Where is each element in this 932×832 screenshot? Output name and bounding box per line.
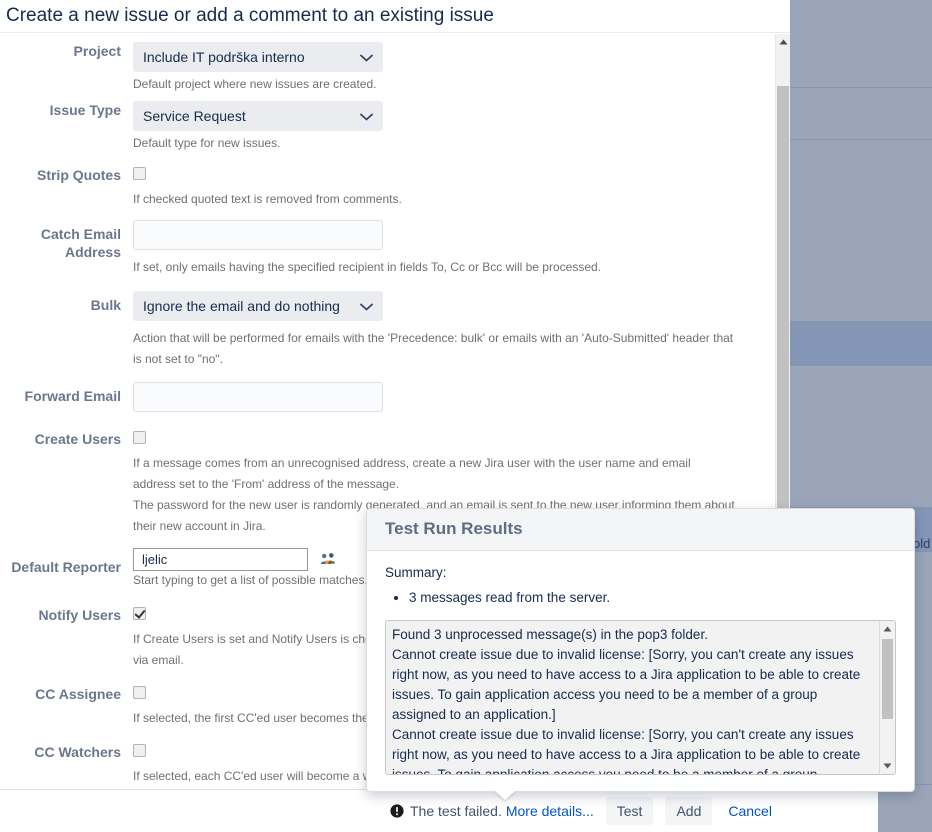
field-hint-catch-email: If set, only emails having the specified… [133, 260, 601, 274]
dialog-header: Create a new issue or add a comment to a… [0, 0, 790, 33]
field-hint-project: Default project where new issues are cre… [133, 77, 377, 91]
field-label-cc-watchers: CC Watchers [34, 744, 121, 760]
bulk-select-value: Ignore the email and do nothing [143, 298, 340, 314]
background-bottom-strip [878, 785, 932, 832]
form-scrollbar-thumb[interactable] [777, 86, 789, 531]
more-details-link[interactable]: More details... [506, 803, 594, 819]
test-log-text: Found 3 unprocessed message(s) in the po… [392, 627, 861, 775]
background-row-highlighted [790, 322, 932, 366]
project-select[interactable]: Include IT podrška interno [133, 42, 383, 72]
field-hint-create-users: If a message comes from an unrecognised … [133, 456, 691, 491]
background-row [790, 366, 932, 508]
field-hint-bulk: Action that will be performed for emails… [133, 331, 734, 366]
background-row [790, 88, 932, 140]
default-reporter-input[interactable] [133, 548, 308, 571]
chevron-down-icon [360, 102, 373, 130]
notify-users-checkbox[interactable] [133, 607, 146, 620]
bulk-select[interactable]: Ignore the email and do nothing [133, 291, 383, 321]
forward-email-input[interactable] [133, 382, 383, 412]
log-scroll-down-arrow-icon[interactable] [880, 759, 895, 773]
scroll-up-arrow-icon[interactable] [776, 34, 790, 50]
footer-status-text: The test failed. [410, 803, 502, 819]
cc-assignee-checkbox[interactable] [133, 686, 146, 699]
test-log-scrollbar[interactable] [879, 621, 895, 774]
cc-watchers-checkbox[interactable] [133, 744, 146, 757]
issue-type-select-value: Service Request [143, 108, 246, 124]
error-icon [390, 804, 404, 818]
summary-label: Summary: [385, 565, 447, 580]
cancel-button[interactable]: Cancel [722, 797, 778, 825]
summary-list-item: 3 messages read from the server. [409, 588, 896, 608]
field-label-issue-type: Issue Type [49, 102, 121, 118]
test-run-results-popup: Test Run Results Summary: 3 messages rea… [366, 508, 915, 800]
create-users-checkbox[interactable] [133, 431, 146, 444]
field-label-default-reporter: Default Reporter [11, 559, 121, 575]
field-project: Project Include IT podrška interno Defau… [0, 42, 775, 95]
dialog-footer: The test failed. More details... Test Ad… [0, 789, 790, 832]
field-label-create-users: Create Users [34, 431, 121, 447]
background-partial-text: old [913, 536, 931, 551]
log-scrollbar-thumb[interactable] [882, 639, 893, 719]
field-label-strip-quotes: Strip Quotes [36, 167, 121, 183]
popup-tail-arrow [495, 791, 515, 800]
test-run-results-title: Test Run Results [385, 519, 523, 538]
footer-status: The test failed. More details... [390, 803, 594, 819]
add-button[interactable]: Add [665, 797, 713, 825]
field-hint-strip-quotes: If checked quoted text is removed from c… [133, 192, 402, 206]
field-strip-quotes: Strip Quotes If checked quoted text is r… [0, 164, 775, 210]
background-row [790, 140, 932, 322]
field-forward-email: Forward Email [0, 382, 775, 412]
catch-email-address-input[interactable] [133, 220, 383, 250]
test-log-box[interactable]: Found 3 unprocessed message(s) in the po… [385, 620, 896, 775]
log-scroll-up-arrow-icon[interactable] [880, 622, 895, 636]
field-hint-issue-type: Default type for new issues. [133, 136, 281, 150]
field-issue-type: Issue Type Service Request Default type … [0, 101, 775, 154]
field-label-notify-users: Notify Users [38, 607, 121, 623]
field-label-forward-email: Forward Email [24, 388, 121, 404]
chevron-down-icon [360, 292, 373, 320]
project-select-value: Include IT podrška interno [143, 49, 305, 65]
summary-list: 3 messages read from the server. [385, 588, 896, 608]
test-run-results-body: Summary: 3 messages read from the server… [367, 551, 914, 791]
page-title: Create a new issue or add a comment to a… [6, 5, 494, 26]
field-label-bulk: Bulk [90, 297, 121, 313]
strip-quotes-checkbox[interactable] [133, 167, 146, 180]
test-button[interactable]: Test [605, 797, 654, 825]
issue-type-select[interactable]: Service Request [133, 101, 383, 131]
field-label-project: Project [73, 43, 121, 59]
test-run-results-header: Test Run Results [367, 509, 914, 551]
user-picker-icon[interactable] [320, 551, 336, 567]
field-label-cc-assignee: CC Assignee [35, 686, 121, 702]
background-row [790, 0, 932, 88]
field-catch-email-address: Catch Email Address If set, only emails … [0, 220, 775, 278]
chevron-down-icon [360, 43, 373, 71]
field-label-catch-email: Catch Email Address [40, 226, 121, 260]
field-bulk: Bulk Ignore the email and do nothing Act… [0, 291, 775, 370]
